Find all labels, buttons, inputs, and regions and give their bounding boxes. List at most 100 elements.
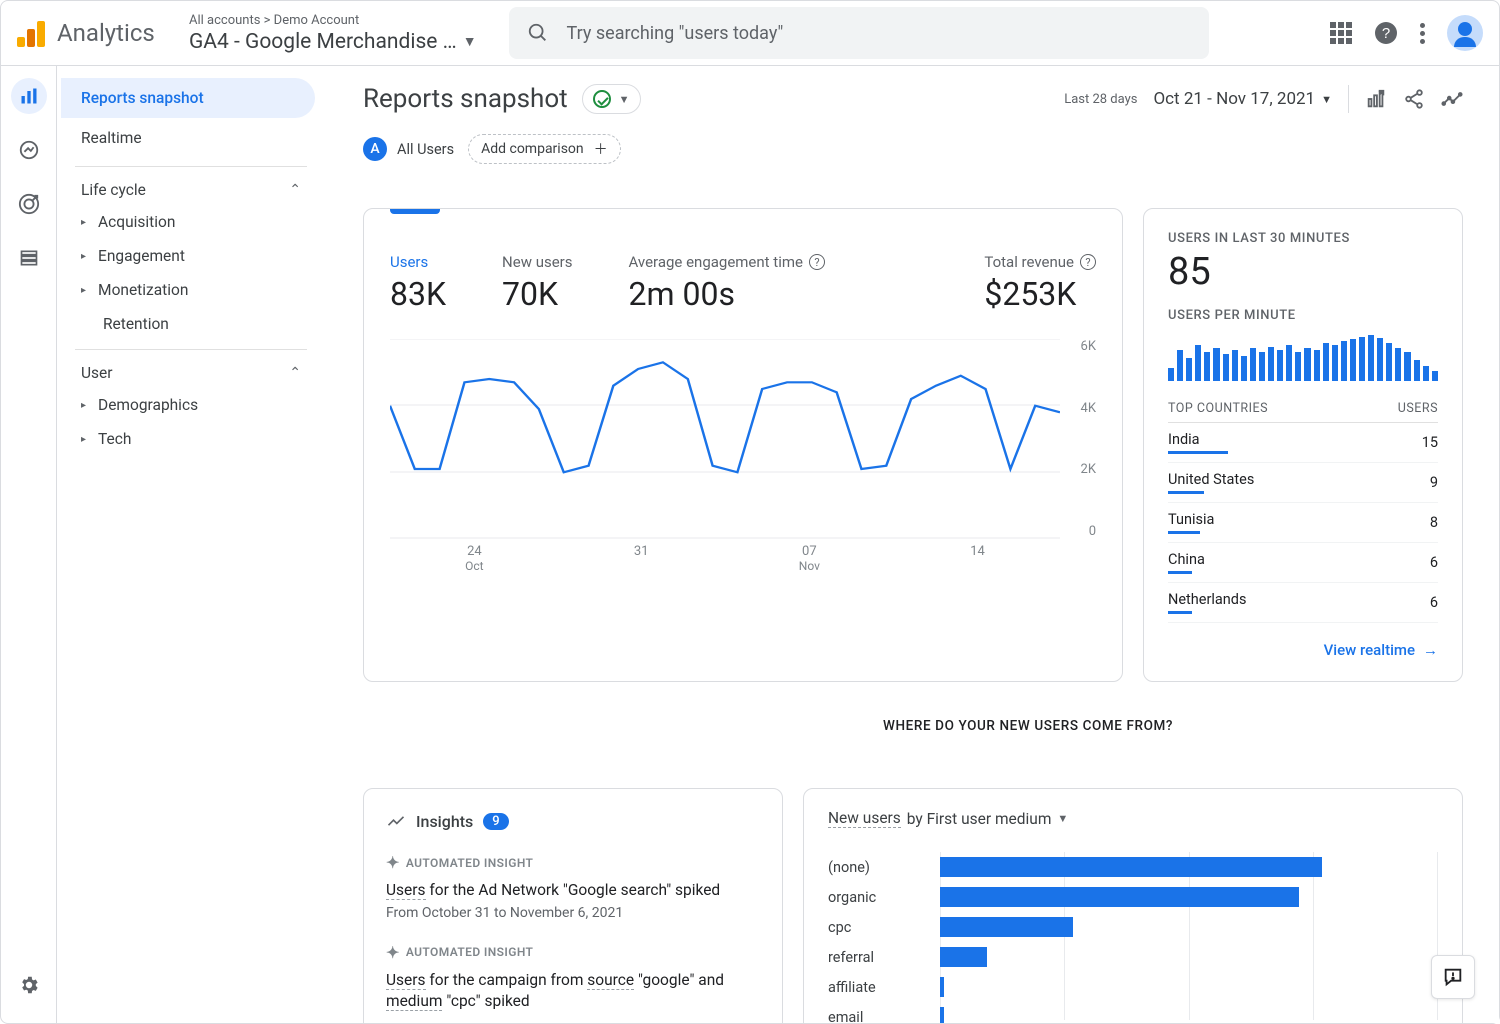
rail-reports-icon[interactable] xyxy=(11,78,47,114)
realtime-col-users: USERS xyxy=(1398,401,1438,416)
medium-bar-row[interactable]: email xyxy=(828,1002,1438,1023)
content-area: Reports snapshot ▼ Last 28 days Oct 21 -… xyxy=(327,66,1499,1023)
sidebar-item-tech[interactable]: ▸Tech xyxy=(61,422,315,456)
rail-configure-icon[interactable] xyxy=(11,240,47,276)
chevron-down-icon: ▼ xyxy=(619,93,630,106)
more-vert-icon[interactable] xyxy=(1420,23,1425,44)
chevron-down-icon: ▼ xyxy=(1057,812,1068,825)
users-per-minute-sparkline xyxy=(1168,333,1438,381)
header-actions: ? xyxy=(1330,15,1483,51)
medium-bar-row[interactable]: organic xyxy=(828,882,1438,912)
help-icon[interactable]: ? xyxy=(809,254,825,270)
realtime-country-row[interactable]: Tunisia8 xyxy=(1168,503,1438,543)
new-users-by-medium-card: New users by First user medium ▼ (none)o… xyxy=(803,788,1463,1023)
realtime-card: USERS IN LAST 30 MINUTES 85 USERS PER MI… xyxy=(1143,208,1463,682)
share-icon[interactable] xyxy=(1403,88,1425,110)
analytics-logo-icon xyxy=(17,19,45,47)
section-title-new-users: WHERE DO YOUR NEW USERS COME FROM? xyxy=(883,718,1463,734)
caret-right-icon: ▸ xyxy=(81,434,86,445)
apps-icon[interactable] xyxy=(1330,22,1352,44)
caret-right-icon: ▸ xyxy=(81,217,86,228)
sidebar-item-demographics[interactable]: ▸Demographics xyxy=(61,388,315,422)
overview-card: Users 83K New users 70K Average engageme… xyxy=(363,208,1123,682)
caret-right-icon: ▸ xyxy=(81,400,86,411)
insights-spark-icon xyxy=(386,811,406,831)
segment-row: A All Users Add comparison ＋ xyxy=(363,134,1463,164)
sparkle-icon: ✦ xyxy=(386,853,400,872)
users-trend-chart: 6K4K2K0 24Oct3107Nov14 xyxy=(390,339,1096,569)
plus-icon: ＋ xyxy=(594,139,608,159)
sidebar-item-monetization[interactable]: ▸Monetization xyxy=(61,273,315,307)
realtime-title: USERS IN LAST 30 MINUTES xyxy=(1168,231,1438,246)
segment-badge: A xyxy=(363,137,387,161)
svg-text:?: ? xyxy=(1382,25,1390,42)
help-icon[interactable]: ? xyxy=(1374,21,1398,45)
add-comparison-button[interactable]: Add comparison ＋ xyxy=(468,134,621,164)
caret-right-icon: ▸ xyxy=(81,251,86,262)
chevron-up-icon: ⌃ xyxy=(289,182,301,198)
logo-block: Analytics xyxy=(17,19,177,47)
realtime-country-row[interactable]: Netherlands6 xyxy=(1168,583,1438,623)
product-name: Analytics xyxy=(57,19,155,47)
realtime-value: 85 xyxy=(1168,250,1438,294)
feedback-icon xyxy=(1442,966,1464,988)
chevron-down-icon: ▼ xyxy=(463,33,477,50)
view-realtime-link[interactable]: View realtime → xyxy=(1168,641,1438,659)
property-name: GA4 - Google Merchandise … xyxy=(189,30,457,54)
sparkle-icon: ✦ xyxy=(386,943,400,962)
segment-chip[interactable]: A All Users xyxy=(363,137,454,161)
app-header: Analytics All accounts > Demo Account GA… xyxy=(1,1,1499,66)
insight-item[interactable]: ✦AUTOMATED INSIGHTUsers for the Ad Netwo… xyxy=(386,853,760,921)
caret-right-icon: ▸ xyxy=(81,285,86,296)
rail-admin-icon[interactable] xyxy=(11,967,47,1003)
metric-avg-engagement[interactable]: Average engagement time ? 2m 00s xyxy=(628,253,824,313)
arrow-right-icon: → xyxy=(1423,641,1438,659)
rail-explore-icon[interactable] xyxy=(11,132,47,168)
sidebar-group-user[interactable]: User ⌃ xyxy=(61,358,315,388)
medium-bar-row[interactable]: affiliate xyxy=(828,972,1438,1002)
dimension-selector[interactable]: New users by First user medium ▼ xyxy=(828,809,1438,828)
sidebar-item-reports-snapshot[interactable]: Reports snapshot xyxy=(61,78,315,118)
nav-rail xyxy=(1,66,57,1023)
sidebar: Reports snapshot Realtime Life cycle ⌃ ▸… xyxy=(57,66,327,1023)
insights-count-badge: 9 xyxy=(483,813,508,830)
check-circle-icon xyxy=(593,90,611,108)
sidebar-group-life-cycle[interactable]: Life cycle ⌃ xyxy=(61,175,315,205)
realtime-country-row[interactable]: United States9 xyxy=(1168,463,1438,503)
realtime-country-row[interactable]: India15 xyxy=(1168,423,1438,463)
medium-bar-row[interactable]: cpc xyxy=(828,912,1438,942)
date-range-picker[interactable]: Oct 21 - Nov 17, 2021 ▼ xyxy=(1153,89,1332,109)
account-picker[interactable]: All accounts > Demo Account GA4 - Google… xyxy=(177,13,489,54)
page-title: Reports snapshot xyxy=(363,84,568,114)
insights-card: Insights 9 ✦AUTOMATED INSIGHTUsers for t… xyxy=(363,788,783,1023)
customize-report-icon[interactable] xyxy=(1365,88,1387,110)
breadcrumb: All accounts > Demo Account xyxy=(189,13,477,28)
help-icon[interactable]: ? xyxy=(1080,254,1096,270)
metric-new-users[interactable]: New users 70K xyxy=(502,253,572,313)
metric-users[interactable]: Users 83K xyxy=(390,253,446,313)
insights-icon[interactable] xyxy=(1441,88,1463,110)
medium-bar-row[interactable]: (none) xyxy=(828,852,1438,882)
search-icon xyxy=(527,22,549,44)
insights-header[interactable]: Insights 9 xyxy=(386,811,760,831)
date-range-label: Last 28 days xyxy=(1064,92,1137,107)
sidebar-item-realtime[interactable]: Realtime xyxy=(61,118,315,158)
sidebar-item-engagement[interactable]: ▸Engagement xyxy=(61,239,315,273)
account-avatar[interactable] xyxy=(1447,15,1483,51)
sidebar-item-acquisition[interactable]: ▸Acquisition xyxy=(61,205,315,239)
realtime-country-row[interactable]: China6 xyxy=(1168,543,1438,583)
new-users-bar-chart: (none)organiccpcreferralaffiliateemail xyxy=(828,852,1438,1023)
chevron-up-icon: ⌃ xyxy=(289,365,301,381)
sidebar-item-retention[interactable]: Retention xyxy=(61,307,315,341)
feedback-button[interactable] xyxy=(1431,955,1475,999)
search-input[interactable]: Try searching "users today" xyxy=(509,7,1209,59)
insight-item[interactable]: ✦AUTOMATED INSIGHTUsers for the campaign… xyxy=(386,943,760,1012)
chevron-down-icon: ▼ xyxy=(1321,93,1332,106)
segment-label: All Users xyxy=(397,141,454,158)
metric-total-revenue[interactable]: Total revenue ? $253K xyxy=(984,253,1096,313)
medium-bar-row[interactable]: referral xyxy=(828,942,1438,972)
report-status-chip[interactable]: ▼ xyxy=(582,84,641,114)
rail-advertising-icon[interactable] xyxy=(11,186,47,222)
realtime-col-countries: TOP COUNTRIES xyxy=(1168,401,1268,416)
page-header: Reports snapshot ▼ Last 28 days Oct 21 -… xyxy=(363,84,1463,114)
